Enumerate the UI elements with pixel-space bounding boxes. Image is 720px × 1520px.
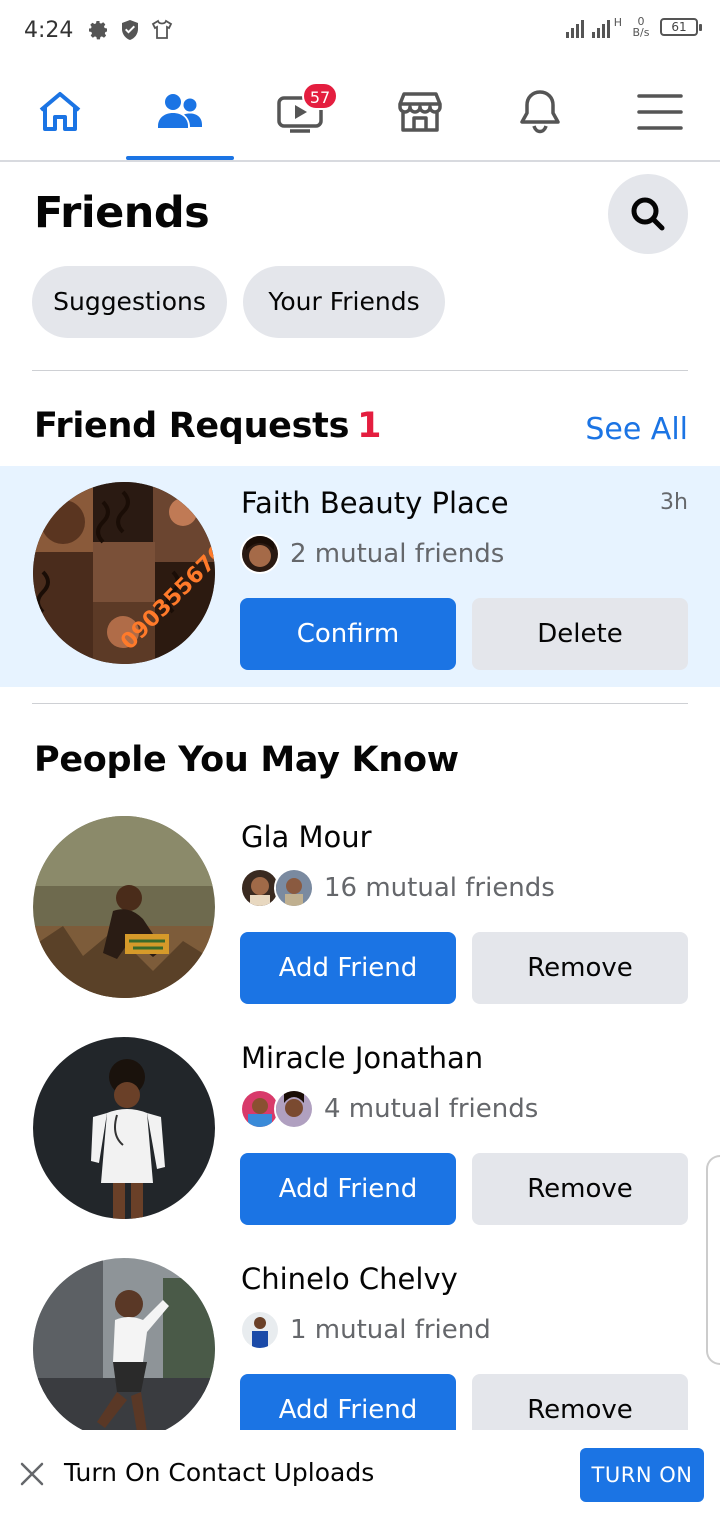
see-all-link[interactable]: See All xyxy=(585,412,688,447)
edge-panel-handle[interactable] xyxy=(706,1155,720,1365)
store-icon xyxy=(398,92,442,132)
status-bar: 4:24 H 0 B/s 61 xyxy=(0,0,720,64)
add-friend-button[interactable]: Add Friend xyxy=(240,932,456,1004)
search-icon xyxy=(631,197,665,231)
your-friends-chip[interactable]: Your Friends xyxy=(243,266,445,338)
avatar-image xyxy=(33,1037,215,1219)
contact-upload-banner: Turn On Contact Uploads TURN ON xyxy=(0,1430,720,1520)
suggestions-chip[interactable]: Suggestions xyxy=(32,266,227,338)
requester-name[interactable]: Faith Beauty Place xyxy=(241,486,509,520)
request-time: 3h xyxy=(660,490,688,515)
friends-icon xyxy=(158,94,202,128)
suggestion-item: Miracle Jonathan 4 mutual friends Add Fr… xyxy=(0,1021,720,1225)
signal-icon xyxy=(565,16,584,38)
tab-marketplace[interactable] xyxy=(360,64,480,160)
suggestion-item: Chinelo Chelvy 1 mutual friend Add Frien… xyxy=(0,1242,720,1446)
mutual-friend-avatar xyxy=(240,534,280,574)
delete-button[interactable]: Delete xyxy=(472,598,688,670)
mutual-count: 1 mutual friend xyxy=(290,1315,491,1345)
mutual-friend-avatar xyxy=(240,1310,280,1350)
suggestion-name[interactable]: Gla Mour xyxy=(241,820,372,854)
avatar-image xyxy=(33,1258,215,1440)
avatar[interactable] xyxy=(33,816,215,998)
status-indicators: H 0 B/s 61 xyxy=(565,16,702,38)
avatar[interactable] xyxy=(33,1037,215,1219)
add-friend-button[interactable]: Add Friend xyxy=(240,1153,456,1225)
banner-text: Turn On Contact Uploads xyxy=(64,1458,375,1487)
tab-menu[interactable] xyxy=(600,64,720,160)
friend-requests-count: 1 xyxy=(357,406,382,446)
tab-watch[interactable]: 57 xyxy=(240,64,360,160)
avatar-image: 09035567664 xyxy=(33,482,215,664)
mutual-friend-avatar xyxy=(274,1089,314,1129)
divider xyxy=(32,370,688,371)
home-icon xyxy=(39,92,81,131)
divider xyxy=(32,703,688,704)
hamburger-icon xyxy=(637,94,683,130)
turn-on-button[interactable]: TURN ON xyxy=(580,1448,704,1502)
suggestion-name[interactable]: Chinelo Chelvy xyxy=(241,1262,458,1296)
mutual-count: 16 mutual friends xyxy=(324,873,555,903)
friend-requests-title: Friend Requests 1 xyxy=(34,406,381,446)
notification-badge: 57 xyxy=(302,82,338,110)
gear-icon xyxy=(89,21,107,40)
mutual-friends: 2 mutual friends xyxy=(240,534,504,574)
confirm-button[interactable]: Confirm xyxy=(240,598,456,670)
tab-friends[interactable] xyxy=(120,64,240,160)
shirt-icon xyxy=(151,19,173,39)
tab-home[interactable] xyxy=(0,64,120,160)
battery-icon: 61 xyxy=(660,18,702,36)
mutual-count: 2 mutual friends xyxy=(290,539,505,569)
mutual-friends: 16 mutual friends xyxy=(240,868,555,908)
mutual-count: 4 mutual friends xyxy=(324,1094,539,1124)
people-you-may-know-title: People You May Know xyxy=(34,740,459,780)
signal-icon xyxy=(591,16,610,38)
status-time: 4:24 xyxy=(24,18,74,43)
network-type: H xyxy=(613,16,622,29)
net-speed: 0 B/s xyxy=(630,16,652,38)
top-nav: 57 xyxy=(0,64,720,162)
friend-request-item: 09035567664 Faith Beauty Place 3h 2 mutu… xyxy=(0,466,720,670)
mutual-friend-avatar xyxy=(274,868,314,908)
close-icon[interactable] xyxy=(18,1460,46,1488)
shield-icon xyxy=(122,20,138,40)
friend-request-card: 09035567664 Faith Beauty Place 3h 2 mutu… xyxy=(0,466,720,687)
suggestion-name[interactable]: Miracle Jonathan xyxy=(241,1041,483,1075)
remove-button[interactable]: Remove xyxy=(472,932,688,1004)
status-icons xyxy=(86,18,174,42)
tab-notifications[interactable] xyxy=(480,64,600,160)
search-button[interactable] xyxy=(608,174,688,254)
remove-button[interactable]: Remove xyxy=(472,1153,688,1225)
mutual-friends: 1 mutual friend xyxy=(240,1310,491,1350)
bell-icon xyxy=(520,90,560,134)
mutual-friends: 4 mutual friends xyxy=(240,1089,538,1129)
suggestion-item: Gla Mour 16 mutual friends Add Friend Re… xyxy=(0,800,720,1004)
friend-requests-label: Friend Requests xyxy=(34,406,350,446)
avatar-image xyxy=(33,816,215,998)
page-title: Friends xyxy=(34,188,210,238)
avatar[interactable] xyxy=(33,1258,215,1440)
net-speed-unit: B/s xyxy=(632,26,650,39)
avatar[interactable]: 09035567664 xyxy=(33,482,215,664)
